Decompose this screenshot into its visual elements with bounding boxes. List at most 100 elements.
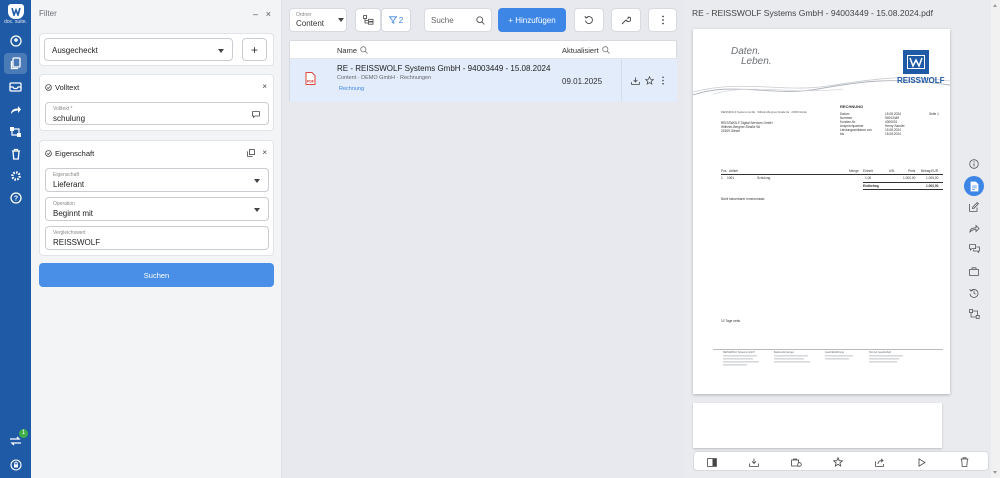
comment-icon[interactable] [252,111,260,118]
lock-icon[interactable] [8,457,23,472]
trash-icon[interactable] [8,146,23,161]
shield-logo-icon [7,4,24,19]
filter-count: 2 [398,15,404,25]
checkout-icon[interactable] [790,456,802,468]
doc-meta-label: Leistungszeitraum von [840,128,872,132]
check-circle-icon [45,150,52,157]
app-logo[interactable]: doc. suite. [4,4,27,30]
add-document-button[interactable]: + Hinzufügen [498,8,566,32]
search-button[interactable]: Suchen [39,263,274,287]
row-path: Content · DEMO GmbH · Rechnungen [337,75,432,81]
pdf-page[interactable]: Daten. Leben. REISSWOLF RECHNUNG REISSWO… [693,29,950,394]
doc-td: 1.000,00 [926,176,939,180]
tools-button[interactable] [611,8,641,32]
doc-th: USt [889,169,895,173]
doc-total-value: 1.000,00 [926,184,939,188]
star-icon[interactable] [645,76,654,85]
download-icon[interactable] [631,77,640,85]
doc-page-label: Seite 1 [929,112,939,116]
row-title[interactable]: RE - REISSWOLF Systems GmbH - 94003449 -… [337,64,550,73]
more-menu-button[interactable] [648,8,677,32]
documents-icon[interactable] [4,53,27,74]
filter-panel: Filter – × Ausgecheckt + Volltext × Voll… [31,0,282,478]
search-icon [476,16,485,25]
row-tag: Rechnung [339,86,365,92]
path-segment[interactable]: Rechnungen [400,75,431,81]
folder-value: Content [296,19,325,28]
user-circle-icon[interactable] [8,33,23,48]
doc-td: 1 [721,176,723,180]
comments-icon[interactable] [967,242,981,256]
fulltext-value: schulung [53,114,86,123]
doc-slogan: Daten. Leben. [731,47,772,67]
chevron-down-icon [254,208,260,212]
checkout-icon[interactable] [967,264,981,278]
scrollbar[interactable] [991,0,1000,478]
viewer-title: RE - REISSWOLF Systems GmbH - 94003449 -… [692,8,933,18]
minimize-button[interactable]: – [253,9,258,19]
status-select[interactable]: Ausgecheckt [44,38,233,61]
reisswolf-logo-icon [903,50,929,74]
doc-td: 1.000,00 [903,176,916,180]
doc-td: Schulung [757,176,771,180]
edit-icon[interactable] [967,200,981,214]
doc-recipient-3: 21509 Glinde [721,129,740,133]
share-icon[interactable] [874,456,886,468]
gear-icon[interactable] [8,168,23,183]
property-select[interactable]: Eigenschaft Lieferant [45,168,269,192]
property-label: Eigenschaft [53,172,80,178]
refresh-button[interactable] [574,8,604,32]
property-title: Eigenschaft [45,149,94,158]
trash-icon[interactable] [958,456,970,468]
close-filter-button[interactable]: × [266,9,271,19]
close-fulltext-button[interactable]: × [262,82,267,91]
pdf-page[interactable] [693,403,942,448]
history-icon[interactable] [967,286,981,300]
filter-title: Filter [39,9,57,18]
tree-view-button[interactable] [355,8,381,32]
compare-value: REISSWOLF [53,238,101,247]
doc-heading: RECHNUNG [840,104,864,109]
path-segment[interactable]: Content [337,75,356,81]
refresh-icon [584,15,593,24]
chevron-down-icon [218,49,224,53]
column-header-name[interactable]: Name [337,41,368,59]
workflow-icon[interactable] [967,307,981,321]
folder-select[interactable]: Ordner Content [289,8,347,32]
column-header-updated[interactable]: Aktualisiert [562,41,610,59]
fulltext-label: Volltext * [53,106,73,112]
sidebar-toggle-icon[interactable] [706,456,718,468]
inbox-icon[interactable] [8,79,23,94]
status-filter-card: Ausgecheckt + [39,33,274,66]
filter-toggle-button[interactable]: 2 [381,8,411,32]
funnel-icon [388,16,397,24]
path-segment[interactable]: DEMO GmbH [361,75,395,81]
doc-footer-fineprint [723,355,903,366]
close-property-button[interactable]: × [262,148,267,157]
copy-icon[interactable] [247,149,255,157]
pdf-file-icon: PDF [305,72,316,85]
column-name-label: Name [337,45,358,55]
doc-meta-label: bis [840,132,845,136]
star-icon[interactable] [832,456,844,468]
search-input[interactable]: Suche [424,8,492,32]
compare-value-input[interactable]: Vergleichswert REISSWOLF [45,226,269,250]
operation-select[interactable]: Operation Beginnt mit [45,197,269,221]
wrench-icon [621,16,631,25]
table-row[interactable]: PDF RE - REISSWOLF Systems GmbH - 940034… [290,59,677,102]
download-icon[interactable] [748,456,760,468]
search-placeholder: Suche [431,15,454,25]
fulltext-input[interactable]: Volltext * schulung [45,102,269,125]
document-preview-icon[interactable] [964,176,984,196]
add-filter-button[interactable]: + [242,38,267,61]
more-vertical-icon[interactable] [661,76,665,85]
share-icon[interactable] [967,221,981,235]
info-icon[interactable] [967,157,981,171]
workflow-icon[interactable] [8,124,23,139]
share-icon[interactable] [8,102,23,117]
zoom-icon [601,46,610,54]
help-icon[interactable]: ? [8,190,23,205]
play-icon[interactable] [916,456,928,468]
svg-text:PDF: PDF [307,80,315,84]
property-title-text: Eigenschaft [55,149,95,158]
